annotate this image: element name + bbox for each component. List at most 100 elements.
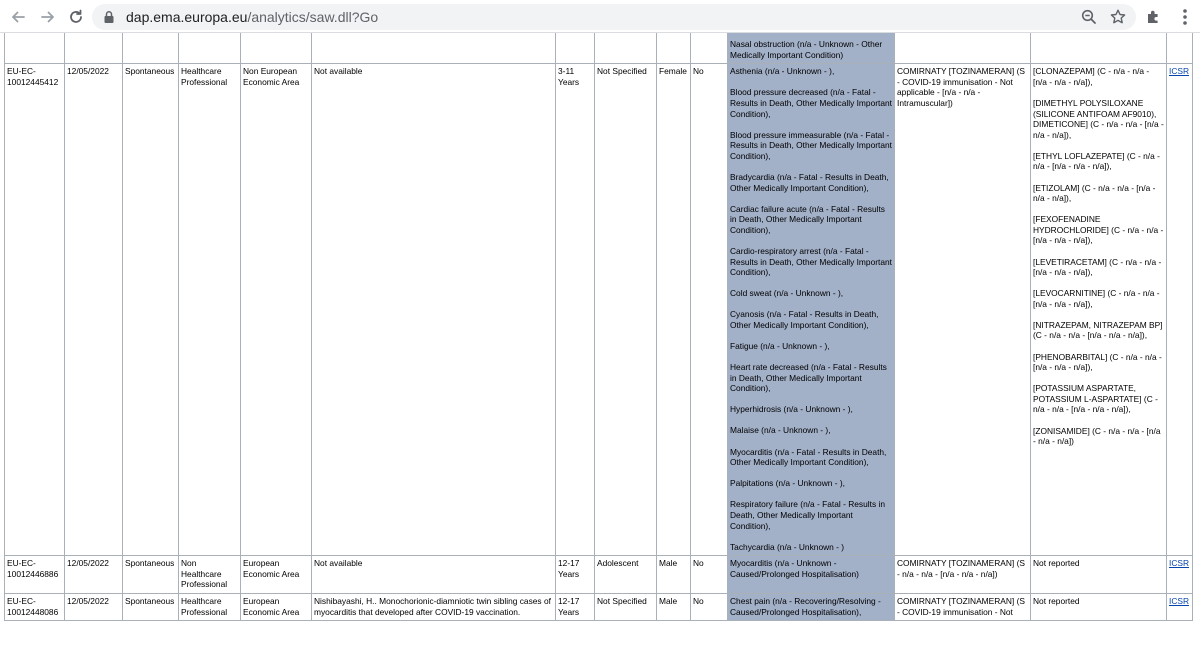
- reaction-item: Malaise (n/a - Unknown - ),: [730, 425, 831, 436]
- case-id-cell: [4, 33, 65, 65]
- literature-reference-cell: Nishibayashi, H.. Monochorionic-diamniot…: [311, 592, 556, 622]
- case-id-cell: EU-EC-10012445412: [4, 63, 65, 557]
- geographic-origin-cell: European Economic Area: [240, 592, 312, 622]
- reaction-item: Fatigue (n/a - Unknown - ),: [730, 340, 830, 351]
- report-type-cell: Spontaneous: [122, 555, 179, 594]
- icsr-link[interactable]: ICSR: [1169, 596, 1189, 606]
- reload-icon[interactable]: [64, 5, 88, 29]
- report-date-cell: 12/05/2022: [64, 63, 123, 557]
- concomitant-item: [ZONISAMIDE] (C - n/a - n/a - [n/a - n/a…: [1033, 425, 1161, 447]
- url-path: /analytics/saw.dll?Go: [247, 9, 379, 25]
- icsr-link-cell: ICSR: [1166, 555, 1193, 594]
- icsr-link-cell: ICSR: [1166, 592, 1193, 622]
- age-group-cell: 3-11 Years: [555, 63, 595, 557]
- report-date-cell: [64, 33, 123, 65]
- concomitant-drug-cell: [1030, 33, 1167, 65]
- reaction-list-cell: Medically Important Condition),Nasal obs…: [727, 33, 895, 65]
- concomitant-item: Not reported: [1033, 595, 1080, 606]
- reaction-item: Asthenia (n/a - Unknown - ),: [730, 66, 835, 77]
- suspect-drug-cell: COMIRNATY [TOZINAMERAN] (S - COVID-19 im…: [894, 592, 1031, 622]
- reporter-group-cell: Non Healthcare Professional: [178, 555, 241, 594]
- reaction-item: Nasal obstruction (n/a - Unknown - Other…: [730, 39, 883, 60]
- reaction-item: Hyperhidrosis (n/a - Unknown - ),: [730, 404, 853, 415]
- report-type-cell: [122, 33, 179, 65]
- back-arrow-icon[interactable]: [6, 5, 30, 29]
- icsr-link[interactable]: ICSR: [1169, 66, 1189, 76]
- age-group-lower-cell: Not Specified: [594, 63, 657, 557]
- reaction-list-cell: Myocarditis (n/a - Unknown - Caused/Prol…: [727, 555, 895, 594]
- reaction-item: Blood pressure decreased (n/a - Fatal - …: [730, 87, 892, 119]
- concomitant-item: [DIMETHYL POLYSILOXANE (SILICONE ANTIFOA…: [1033, 97, 1164, 140]
- zoom-icon[interactable]: [1080, 8, 1098, 26]
- reaction-item: Bradycardia (n/a - Fatal - Results in De…: [730, 171, 889, 193]
- sex-cell: Female: [656, 63, 691, 557]
- extensions-puzzle-icon[interactable]: [1145, 8, 1163, 26]
- reaction-list-cell: Asthenia (n/a - Unknown - ), Blood pressu…: [727, 63, 895, 557]
- table-row: EU-EC-10012448086 12/05/2022 Spontaneous He…: [4, 592, 1193, 622]
- suspect-drug-cell: COMIRNATY [TOZINAMERAN] (S - COVID-19 im…: [894, 63, 1031, 557]
- reaction-item: Blood pressure immeasurable (n/a - Fatal…: [730, 129, 892, 161]
- report-date-cell: 12/05/2022: [64, 555, 123, 594]
- sex-cell: Male: [656, 555, 691, 594]
- reaction-item: Cold sweat (n/a - Unknown - ),: [730, 288, 844, 299]
- reaction-item: Palpitations (n/a - Unknown - ),: [730, 478, 845, 489]
- table-row: Medically Important Condition),Nasal obs…: [4, 33, 1193, 65]
- reaction-item: Heart rate decreased (n/a - Fatal - Resu…: [730, 362, 887, 394]
- age-group-cell: [555, 33, 595, 65]
- icsr-link[interactable]: ICSR: [1169, 558, 1189, 568]
- icsr-link-cell: ICSR: [1166, 63, 1193, 557]
- reaction-item: Chest pain (n/a - Recovering/Resolving -…: [730, 595, 881, 617]
- reaction-item: Cyanosis (n/a - Fatal - Results in Death…: [730, 309, 879, 330]
- case-id-cell: EU-EC-10012446886: [4, 555, 65, 594]
- concomitant-drug-cell: Not reported: [1030, 555, 1167, 594]
- suspect-drug-cell: COMIRNATY [TOZINAMERAN] (S - n/a - n/a -…: [894, 555, 1031, 594]
- literature-reference-cell: Not available: [311, 555, 556, 594]
- geographic-origin-cell: [240, 33, 312, 65]
- reporter-group-cell: Healthcare Professional: [178, 63, 241, 557]
- sex-cell: Male: [656, 592, 691, 622]
- geographic-origin-cell: Non European Economic Area: [240, 63, 312, 557]
- forward-arrow-icon[interactable]: [36, 5, 60, 29]
- reaction-item: Myocarditis (n/a - Unknown - Caused/Prol…: [730, 558, 859, 579]
- concomitant-item: [LEVETIRACETAM] (C - n/a - n/a - [n/a - …: [1033, 256, 1162, 278]
- concomitant-item: [FEXOFENADINE HYDROCHLORIDE] (C - n/a - …: [1033, 214, 1164, 246]
- concomitant-drug-cell: [CLONAZEPAM] (C - n/a - n/a - [n/a - n/a…: [1030, 63, 1167, 557]
- page-content: Medically Important Condition),Nasal obs…: [0, 33, 1200, 646]
- reaction-item: Myocarditis (n/a - Fatal - Results in De…: [730, 446, 887, 468]
- reaction-item: Cardio-respiratory arrest (n/a - Fatal -…: [730, 245, 892, 278]
- parent-child-cell: No: [690, 63, 728, 557]
- lock-icon[interactable]: [102, 10, 116, 24]
- geographic-origin-cell: European Economic Area: [240, 555, 312, 594]
- concomitant-item: [POTASSIUM ASPARTATE, POTASSIUM L-ASPART…: [1033, 383, 1158, 415]
- literature-reference-cell: Not available: [311, 63, 556, 557]
- sex-cell: [656, 33, 691, 65]
- browser-toolbar: dap.ema.europa.eu/analytics/saw.dll?Go: [0, 0, 1200, 33]
- url-domain: dap.ema.europa.eu: [126, 9, 248, 25]
- age-group-lower-cell: [594, 33, 657, 65]
- url-text[interactable]: dap.ema.europa.eu/analytics/saw.dll?Go: [126, 9, 378, 25]
- reporter-group-cell: Healthcare Professional: [178, 592, 241, 622]
- suspect-drug-cell: [894, 33, 1031, 65]
- address-bar[interactable]: dap.ema.europa.eu/analytics/saw.dll?Go: [92, 4, 1136, 30]
- literature-reference-cell: [311, 33, 556, 65]
- bookmark-star-icon[interactable]: [1109, 8, 1127, 26]
- concomitant-item: [CLONAZEPAM] (C - n/a - n/a - [n/a - n/a…: [1033, 66, 1150, 87]
- case-id-cell: EU-EC-10012448086: [4, 592, 65, 622]
- concomitant-drug-cell: Not reported: [1030, 592, 1167, 622]
- browser-menu-icon[interactable]: [1178, 6, 1192, 28]
- reaction-item: Cardiac failure acute (n/a - Fatal - Res…: [730, 203, 885, 235]
- concomitant-item: [ETIZOLAM] (C - n/a - n/a - [n/a - n/a -…: [1033, 182, 1156, 204]
- table-row: EU-EC-10012445412 12/05/2022 Spontaneous He…: [4, 63, 1193, 557]
- age-group-cell: 12-17 Years: [555, 555, 595, 594]
- report-type-cell: Spontaneous: [122, 63, 179, 557]
- age-group-lower-cell: Not Specified: [594, 592, 657, 622]
- concomitant-item: [ETHYL LOFLAZEPATE] (C - n/a - n/a - [n/…: [1033, 150, 1160, 172]
- parent-child-cell: No: [690, 592, 728, 622]
- concomitant-item: [LEVOCARNITINE] (C - n/a - n/a - [n/a - …: [1033, 288, 1160, 309]
- report-date-cell: 12/05/2022: [64, 592, 123, 622]
- reaction-list-cell: Chest pain (n/a - Recovering/Resolving -…: [727, 592, 895, 622]
- concomitant-item: [NITRAZEPAM, NITRAZEPAM BP] (C - n/a - n…: [1033, 319, 1163, 341]
- concomitant-item: [PHENOBARBITAL] (C - n/a - n/a - [n/a - …: [1033, 351, 1162, 373]
- report-table: Medically Important Condition),Nasal obs…: [4, 33, 1193, 622]
- parent-child-cell: [690, 33, 728, 65]
